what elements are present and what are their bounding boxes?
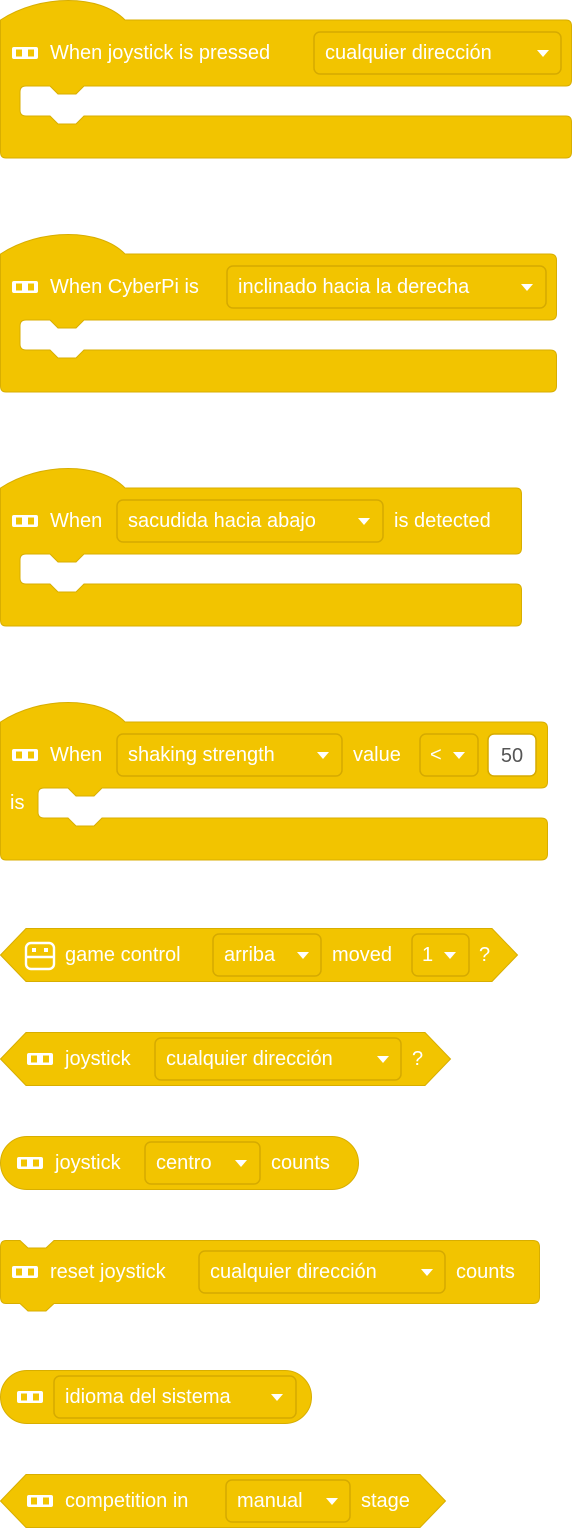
position-dropdown[interactable]: centro bbox=[144, 1141, 261, 1185]
when-cyberpi-is-block[interactable]: When CyberPi is inclinado hacia la derec… bbox=[0, 234, 572, 394]
cyberpi-icon bbox=[12, 749, 38, 761]
joystick-counts-block[interactable]: joystick centro counts bbox=[0, 1134, 572, 1194]
cyberpi-icon bbox=[12, 47, 38, 59]
block-label: competition in bbox=[65, 1490, 188, 1512]
joystick-direction-block[interactable]: joystick cualquier dirección ? bbox=[0, 1030, 572, 1090]
direction-dropdown[interactable]: cualquier dirección bbox=[154, 1037, 402, 1081]
threshold-input-value: 50 bbox=[501, 745, 523, 767]
block-label: When bbox=[50, 510, 102, 532]
block-label-suffix: is detected bbox=[394, 510, 491, 532]
block-label: When CyberPi is bbox=[50, 276, 199, 298]
mode-dropdown[interactable]: manual bbox=[225, 1479, 351, 1523]
shake-dropdown[interactable]: sacudida hacia abajo bbox=[116, 499, 384, 543]
block-label: When bbox=[50, 744, 102, 766]
position-dropdown-value: centro bbox=[156, 1152, 212, 1174]
mode-dropdown-value: manual bbox=[237, 1490, 303, 1512]
cyberpi-icon bbox=[12, 281, 38, 293]
block-label: joystick bbox=[64, 1048, 132, 1070]
cyberpi-icon bbox=[27, 1053, 53, 1065]
shake-dropdown-value: sacudida hacia abajo bbox=[128, 510, 316, 532]
block-label: When joystick is pressed bbox=[50, 42, 270, 64]
count-dropdown[interactable]: 1 bbox=[411, 933, 470, 977]
block-label: joystick bbox=[54, 1152, 122, 1174]
cyberpi-icon bbox=[17, 1391, 43, 1403]
cyberpi-icon bbox=[27, 1495, 53, 1507]
game-control-moved-block[interactable]: game control arriba moved 1 ? bbox=[0, 926, 572, 986]
direction-dropdown-value: arriba bbox=[224, 944, 276, 966]
stage-label: stage bbox=[361, 1490, 410, 1512]
when-shake-detected-block[interactable]: When sacudida hacia abajo is detected bbox=[0, 468, 572, 628]
moved-label: moved bbox=[332, 944, 392, 966]
cyberpi-icon bbox=[12, 1266, 38, 1278]
when-shaking-strength-block[interactable]: When shaking strength value < 50 is bbox=[0, 702, 572, 862]
reset-joystick-counts-block[interactable]: reset joystick cualquier dirección count… bbox=[0, 1238, 572, 1318]
question-mark: ? bbox=[412, 1048, 423, 1070]
value-label: value bbox=[353, 744, 401, 766]
competition-stage-block[interactable]: competition in manual stage bbox=[0, 1472, 572, 1528]
direction-dropdown[interactable]: cualquier dirección bbox=[198, 1250, 446, 1294]
tilt-dropdown[interactable]: inclinado hacia la derecha bbox=[226, 265, 547, 309]
sensor-dropdown[interactable]: shaking strength bbox=[116, 733, 343, 777]
operator-dropdown[interactable]: < bbox=[419, 733, 479, 777]
direction-dropdown[interactable]: arriba bbox=[212, 933, 322, 977]
system-language-block[interactable]: idioma del sistema bbox=[0, 1368, 572, 1428]
language-dropdown-value: idioma del sistema bbox=[65, 1386, 232, 1408]
count-dropdown-value: 1 bbox=[422, 944, 433, 966]
counts-label: counts bbox=[456, 1261, 515, 1283]
counts-label: counts bbox=[271, 1152, 330, 1174]
is-label: is bbox=[10, 792, 24, 814]
tilt-dropdown-value: inclinado hacia la derecha bbox=[238, 276, 470, 298]
sensor-dropdown-value: shaking strength bbox=[128, 744, 275, 766]
threshold-input[interactable]: 50 bbox=[487, 733, 537, 777]
direction-dropdown[interactable]: cualquier dirección bbox=[313, 31, 562, 75]
question-mark: ? bbox=[479, 944, 490, 966]
cyberpi-icon bbox=[12, 515, 38, 527]
when-joystick-pressed-block[interactable]: When joystick is pressed cualquier direc… bbox=[0, 0, 572, 160]
block-label: reset joystick bbox=[50, 1261, 167, 1283]
direction-dropdown-value: cualquier dirección bbox=[325, 42, 492, 64]
language-dropdown[interactable]: idioma del sistema bbox=[53, 1375, 297, 1419]
cyberpi-icon bbox=[17, 1157, 43, 1169]
direction-dropdown-value: cualquier dirección bbox=[210, 1261, 377, 1283]
operator-dropdown-value: < bbox=[430, 744, 442, 766]
block-label: game control bbox=[65, 944, 181, 966]
direction-dropdown-value: cualquier dirección bbox=[166, 1048, 333, 1070]
